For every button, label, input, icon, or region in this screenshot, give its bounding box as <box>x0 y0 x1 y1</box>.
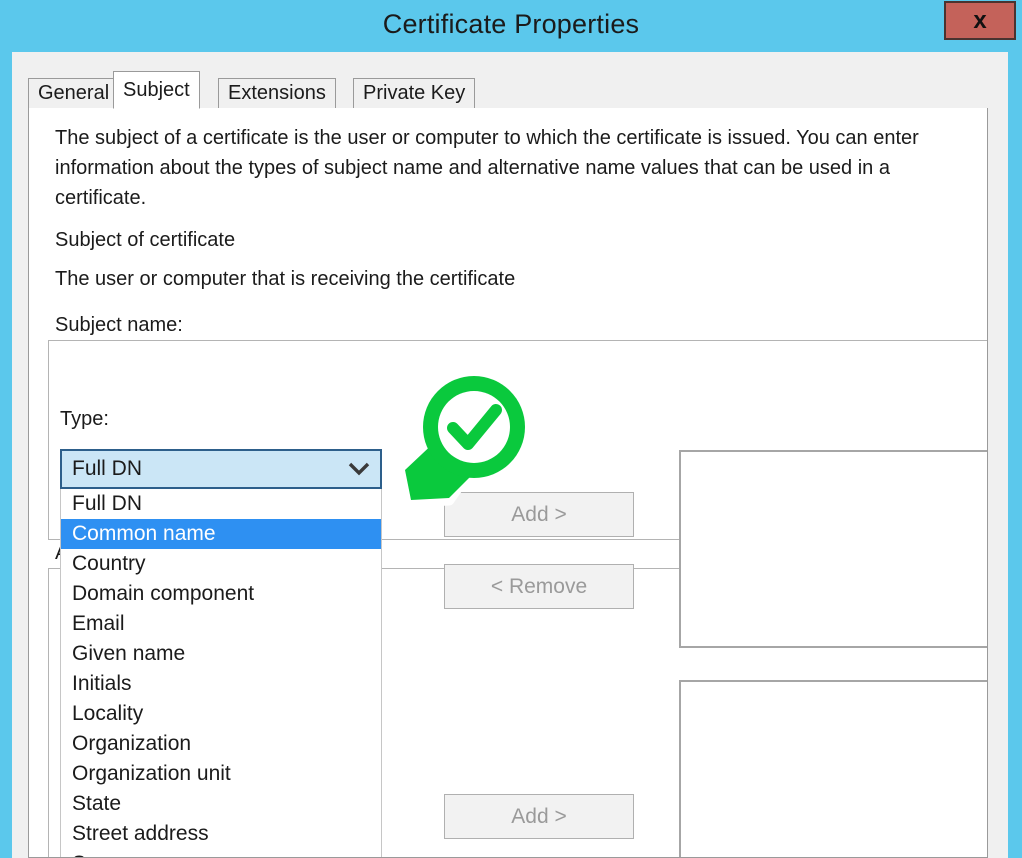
tab-extensions[interactable]: Extensions <box>218 78 336 109</box>
alternative-add-button[interactable]: Add > <box>444 794 634 839</box>
subject-add-button[interactable]: Add > <box>444 492 634 537</box>
subject-type-dropdown-list[interactable]: Full DN Common name Country Domain compo… <box>60 489 382 857</box>
tab-strip: General Subject Extensions Private Key <box>28 71 988 109</box>
close-button[interactable]: x <box>944 1 1016 40</box>
dropdown-item-country[interactable]: Country <box>61 549 381 579</box>
dropdown-item-locality[interactable]: Locality <box>61 699 381 729</box>
dialog-body: General Subject Extensions Private Key T… <box>12 52 1008 858</box>
subject-of-certificate-description: The user or computer that is receiving t… <box>55 268 516 290</box>
subject-name-listbox[interactable] <box>679 450 987 648</box>
chevron-down-icon <box>344 462 374 476</box>
title-bar: Certificate Properties x <box>0 0 1022 52</box>
combobox-selected-value: Full DN <box>72 457 143 480</box>
dropdown-item-common-name[interactable]: Common name <box>61 519 381 549</box>
dropdown-item-domain-component[interactable]: Domain component <box>61 579 381 609</box>
subject-tab-page: The subject of a certificate is the user… <box>28 108 988 858</box>
dropdown-item-given-name[interactable]: Given name <box>61 639 381 669</box>
dropdown-item-street-address[interactable]: Street address <box>61 819 381 849</box>
dropdown-item-full-dn[interactable]: Full DN <box>61 489 381 519</box>
window-title: Certificate Properties <box>382 9 640 39</box>
subject-remove-button[interactable]: < Remove <box>444 564 634 609</box>
tab-general[interactable]: General <box>28 78 120 109</box>
tab-private-key[interactable]: Private Key <box>353 78 476 109</box>
subject-of-certificate-label: Subject of certificate <box>55 229 236 251</box>
dropdown-item-state[interactable]: State <box>61 789 381 819</box>
close-icon: x <box>973 6 987 34</box>
subject-type-combobox[interactable]: Full DN <box>60 449 382 489</box>
tab-subject[interactable]: Subject <box>113 71 200 109</box>
dropdown-item-organization[interactable]: Organization <box>61 729 381 759</box>
intro-paragraph: The subject of a certificate is the user… <box>55 127 919 209</box>
dropdown-item-organization-unit[interactable]: Organization unit <box>61 759 381 789</box>
subject-type-label: Type: <box>60 408 109 430</box>
dropdown-item-surname[interactable]: Surname <box>61 849 381 857</box>
dropdown-item-email[interactable]: Email <box>61 609 381 639</box>
dropdown-item-initials[interactable]: Initials <box>61 669 381 699</box>
subject-name-label: Subject name: <box>55 314 183 336</box>
alternative-name-listbox[interactable] <box>679 680 987 857</box>
certificate-properties-window: Certificate Properties x General Subject… <box>0 0 1022 858</box>
